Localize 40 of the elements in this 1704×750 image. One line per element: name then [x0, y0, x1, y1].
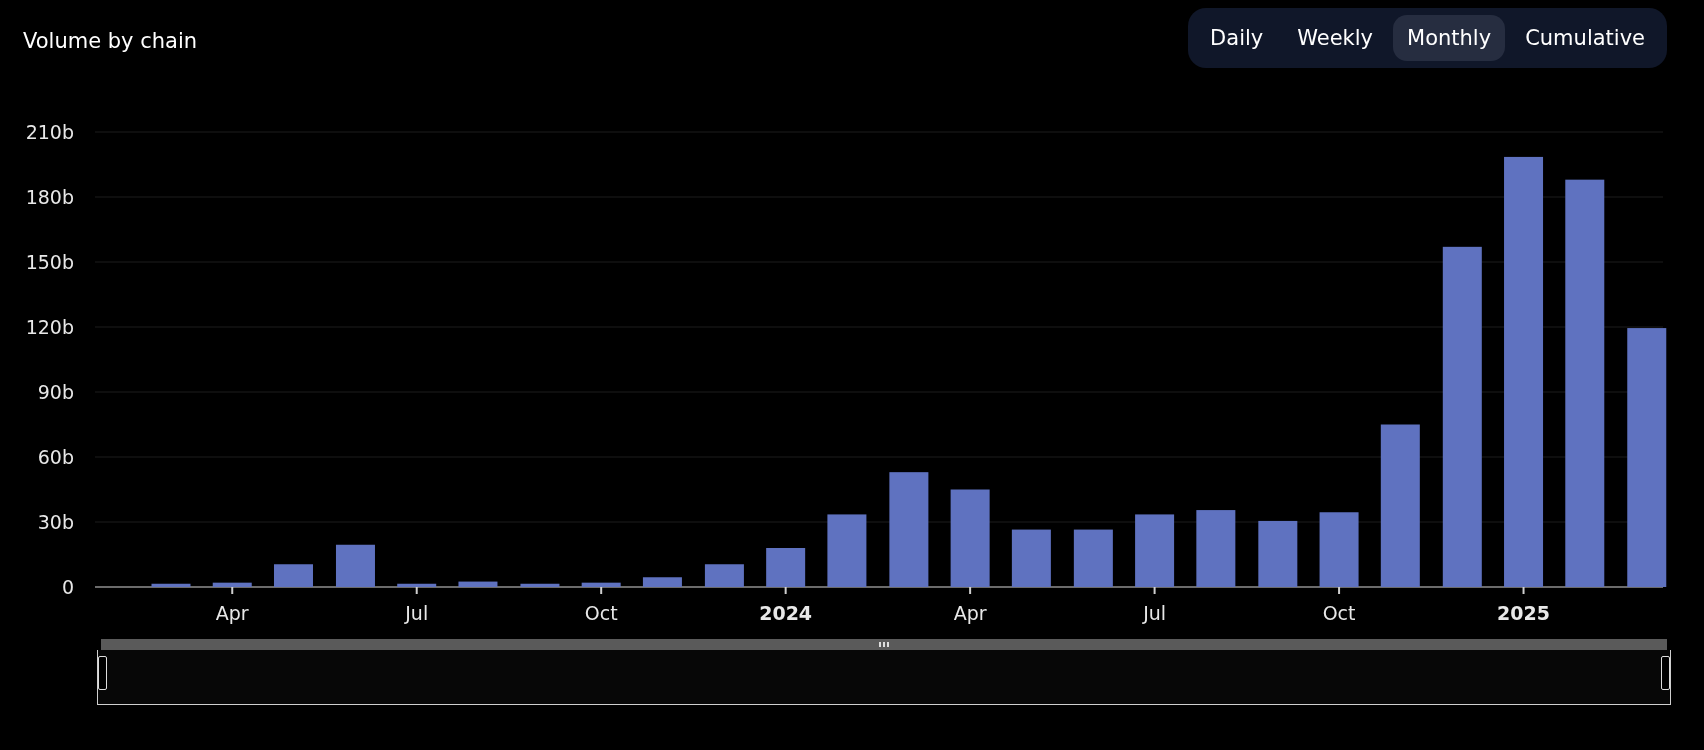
- y-axis-label: 60b: [37, 446, 74, 468]
- x-axis-label: 2024: [759, 602, 813, 624]
- volume-bar: [642, 577, 682, 587]
- y-axis-label: 90b: [37, 381, 74, 403]
- x-axis-label: Jul: [1143, 602, 1167, 624]
- volume-bar: [397, 583, 437, 587]
- x-axis-label: Jul: [405, 602, 429, 624]
- volume-bar: [212, 582, 252, 587]
- volume-bar: [151, 583, 191, 587]
- slider-handle[interactable]: [98, 656, 107, 690]
- x-axis-label: 2025: [1497, 602, 1550, 624]
- volume-bar: [704, 564, 744, 587]
- volume-bar: [335, 544, 375, 587]
- y-axis-label: 180b: [25, 186, 74, 208]
- volume-bar: [458, 581, 498, 587]
- volume-bar: [1258, 520, 1298, 587]
- volume-bar: [766, 548, 806, 587]
- grip-icon[interactable]: [879, 642, 889, 647]
- x-axis-label: Apr: [215, 602, 249, 624]
- volume-bar: [581, 582, 621, 587]
- period-tab[interactable]: Cumulative: [1511, 15, 1659, 61]
- range-slider[interactable]: [97, 650, 1671, 705]
- slider-bar[interactable]: [101, 639, 1667, 650]
- y-axis-label: 30b: [37, 511, 74, 533]
- period-tab[interactable]: Daily: [1196, 15, 1278, 61]
- slider-handle[interactable]: [1661, 656, 1670, 690]
- period-tab[interactable]: Monthly: [1393, 15, 1506, 61]
- x-axis-label: Oct: [584, 602, 618, 624]
- volume-bar: [1011, 529, 1051, 587]
- y-axis-label: 150b: [25, 251, 74, 273]
- x-axis-label: Apr: [953, 602, 987, 624]
- y-axis-label: 120b: [25, 316, 74, 338]
- volume-bar: [520, 583, 560, 587]
- y-axis-label: 210b: [25, 121, 74, 143]
- x-axis-label: Oct: [1322, 602, 1356, 624]
- chart-title: Volume by chain: [23, 29, 198, 53]
- volume-bar: [274, 564, 313, 587]
- period-tab[interactable]: Weekly: [1283, 15, 1388, 61]
- volume-bar: [1073, 529, 1113, 587]
- y-axis-label: 0: [61, 576, 74, 598]
